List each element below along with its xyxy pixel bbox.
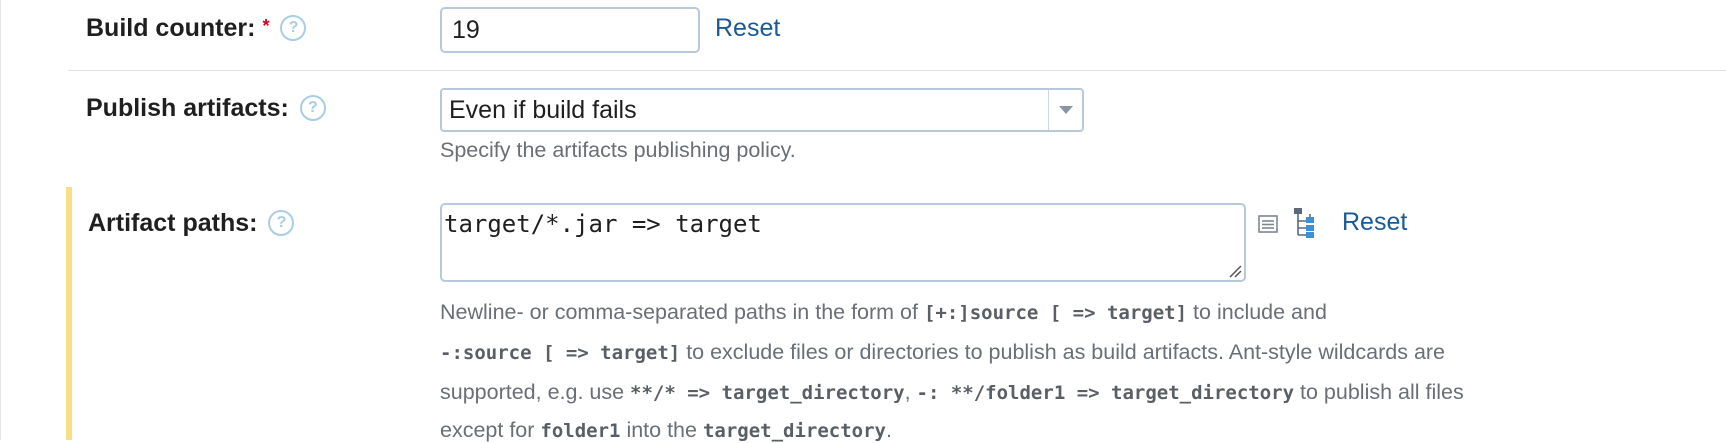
publish-artifacts-label-text: Publish artifacts: xyxy=(86,93,289,122)
artifact-paths-hint-line-3: supported, e.g. use **/* => target_direc… xyxy=(440,380,1464,405)
question-circle-icon[interactable]: ? xyxy=(268,210,295,236)
artifact-paths-label: Artifact paths: ? xyxy=(88,205,295,241)
question-circle-icon[interactable]: ? xyxy=(299,95,326,121)
build-counter-reset-link[interactable]: Reset xyxy=(715,14,780,43)
tree-browse-icon[interactable] xyxy=(1292,207,1322,239)
publish-artifacts-selected-value: Even if build fails xyxy=(449,95,637,124)
hint-code: -: **/folder1 => target_directory xyxy=(916,382,1295,404)
hint-code: [+:]source [ => target] xyxy=(923,302,1188,324)
modified-highlight-bar xyxy=(66,187,72,440)
build-counter-label-text: Build counter: xyxy=(86,13,256,42)
chevron-down-icon[interactable] xyxy=(1048,90,1082,130)
artifact-paths-hint-line-4: except for folder1 into the target_direc… xyxy=(440,418,892,443)
hint-text: , xyxy=(904,380,917,404)
hint-text: Newline- or comma-separated paths in the… xyxy=(440,300,924,324)
hint-text: to publish all files xyxy=(1294,380,1464,404)
artifact-paths-textarea[interactable]: target/*.jar => target xyxy=(440,203,1246,282)
hint-text: supported, e.g. use xyxy=(440,380,631,404)
hint-text: to include and xyxy=(1187,300,1327,324)
hint-code: folder1 xyxy=(540,420,621,442)
list-editor-icon[interactable] xyxy=(1257,213,1279,235)
publish-artifacts-hint: Specify the artifacts publishing policy. xyxy=(440,138,796,162)
hint-text: to exclude files or directories to publi… xyxy=(680,340,1446,364)
hint-code: -:source [ => target] xyxy=(440,342,681,364)
artifact-paths-reset-link[interactable]: Reset xyxy=(1342,208,1407,237)
question-circle-icon[interactable]: ? xyxy=(280,15,307,41)
resize-grip-icon[interactable] xyxy=(1228,264,1242,278)
section-divider xyxy=(68,70,1726,71)
artifact-paths-hint-line-1: Newline- or comma-separated paths in the… xyxy=(440,300,1327,325)
publish-artifacts-label: Publish artifacts: ? xyxy=(86,90,326,126)
hint-text: . xyxy=(885,418,892,442)
artifact-paths-hint-line-2: -:source [ => target] to exclude files o… xyxy=(440,340,1445,365)
hint-text: into the xyxy=(620,418,703,442)
build-counter-label: Build counter: * ? xyxy=(86,10,307,46)
left-border xyxy=(0,0,1,440)
artifact-paths-label-text: Artifact paths: xyxy=(88,208,258,237)
hint-text: except for xyxy=(440,418,541,442)
required-asterisk: * xyxy=(262,15,270,36)
build-counter-input[interactable] xyxy=(440,7,700,53)
hint-code: **/* => target_directory xyxy=(630,382,905,404)
publish-artifacts-select[interactable]: Even if build fails xyxy=(440,88,1084,132)
hint-code: target_directory xyxy=(702,420,886,442)
